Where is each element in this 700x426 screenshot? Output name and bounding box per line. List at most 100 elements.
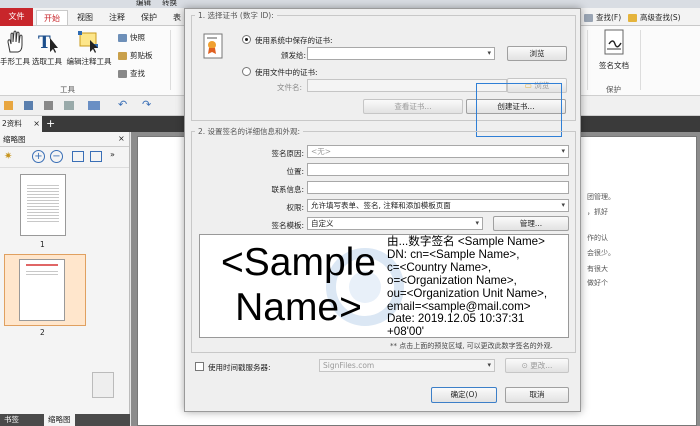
tab-annotate[interactable]: 注释 [102, 10, 132, 25]
find-icon [118, 70, 127, 78]
clipboard-button[interactable]: 剪贴板 [118, 50, 153, 62]
preview-detail-line: 由...数字签名 <Sample Name> [387, 235, 545, 248]
permissions-dropdown[interactable]: 允许填写表单、签名, 注释和添加模板页面 [307, 199, 569, 212]
more-icon[interactable]: » [110, 150, 115, 159]
edit-annotation-tool-button[interactable]: 编辑注释工具 [64, 30, 114, 67]
right-find-button[interactable]: 查找(F) [584, 12, 621, 24]
page-header-line [26, 264, 58, 266]
group-label-tools: 工具 [60, 85, 75, 94]
panel-title: 缩略图 [0, 132, 129, 147]
pages-stack-icon [92, 372, 114, 398]
select-tool-button[interactable]: T 选取工具 [32, 30, 62, 67]
use-file-cert-radio[interactable] [242, 67, 251, 76]
change-icon: ⊙ [521, 361, 528, 370]
ok-button[interactable]: 确定(O) [431, 387, 497, 403]
hand-icon [7, 30, 23, 53]
email-icon[interactable] [64, 101, 74, 110]
page-text: 有很大 [587, 265, 608, 273]
certificate-icon [203, 33, 223, 59]
redo-icon[interactable]: ↷ [142, 98, 151, 111]
panel-bottom-tabs: 书签 缩略图 [0, 414, 130, 426]
thumbnail-selected-frame[interactable] [4, 254, 86, 326]
gear-icon[interactable]: ✷ [4, 151, 12, 162]
timestamp-label: 使用时间戳服务器: [208, 363, 271, 372]
text-select-icon: T [38, 33, 58, 53]
preview-detail-line: c=<Country Name>, [387, 260, 492, 274]
tab-view[interactable]: 视图 [70, 10, 100, 25]
rotate-right-icon[interactable] [90, 151, 102, 162]
thumbnail-panel: 缩略图 × ✷ + − » 1 2 [0, 132, 130, 426]
hand-tool-label: 手形工具 [0, 57, 30, 66]
doc-tab-label: 2资料 [2, 119, 22, 128]
cancel-button[interactable]: 取消 [505, 387, 569, 403]
section-1-title: 1. 选择证书 (数字 ID): [195, 10, 277, 21]
browse-cert-button[interactable]: 浏览 [507, 46, 567, 61]
thumbnail-page-1[interactable] [20, 174, 66, 236]
issuer-label: 颁发给: [281, 51, 307, 60]
save-icon[interactable] [24, 101, 33, 110]
page-text: 会很少。 [587, 249, 615, 257]
reason-label: 签名原因: [271, 149, 304, 158]
preview-hint: ** 点击上面的预览区域, 可以更改此数字签名的外观. [390, 342, 553, 350]
title-fragment-edit: 编辑 [136, 0, 151, 7]
page-text: ，抓好 [587, 208, 608, 216]
clipboard-label: 剪贴板 [130, 51, 153, 60]
advanced-find-button[interactable]: 高级查找(S) [628, 12, 681, 24]
select-tool-label: 选取工具 [32, 57, 62, 66]
rotate-left-icon[interactable] [72, 151, 84, 162]
signature-preview[interactable]: <Sample Name> 由...数字签名 <Sample Name> DN:… [199, 234, 569, 338]
hand-tool-button[interactable]: 手形工具 [0, 30, 30, 67]
preview-detail-line: DN: cn=<Sample Name>, [387, 247, 520, 261]
find-button[interactable]: 查找 [118, 68, 145, 80]
close-icon[interactable]: × [118, 134, 125, 143]
template-dropdown[interactable]: 自定义 [307, 217, 483, 230]
sign-document-icon [604, 29, 624, 55]
section-2-title: 2. 设置签名的详细信息和外观: [195, 126, 304, 137]
reason-dropdown[interactable]: <无> [307, 145, 569, 158]
permissions-label: 权限: [286, 203, 304, 212]
sign-document-dialog: 1. 选择证书 (数字 ID): 使用系统中保存的证书: 颁发给: 浏览 使用文… [184, 8, 581, 412]
tab-file[interactable]: 文件 [0, 8, 33, 26]
new-tab-icon[interactable]: + [46, 117, 55, 130]
snapshot-button[interactable]: 快照 [118, 32, 145, 44]
page-text-lines [26, 269, 58, 277]
sign-document-button[interactable]: 签名文档 [594, 28, 634, 71]
print-icon[interactable] [44, 101, 53, 110]
timestamp-checkbox[interactable] [195, 362, 204, 371]
camera-icon [118, 34, 127, 42]
close-icon[interactable]: × [33, 116, 40, 132]
preview-name-line-2: Name> [235, 286, 362, 329]
location-label: 位置: [286, 167, 304, 176]
zoom-in-icon[interactable]: + [32, 150, 45, 163]
thumbnail-page-2[interactable] [19, 259, 65, 321]
manage-button[interactable]: 管理... [493, 216, 569, 231]
preview-detail-line: o=<Organization Name>, [387, 273, 517, 287]
view-cert-button[interactable]: 查看证书... [363, 99, 463, 114]
right-find-label: 查找(F) [596, 13, 622, 22]
open-folder-icon[interactable] [4, 101, 13, 110]
zoom-out-icon[interactable]: − [50, 150, 63, 163]
preview-name: <Sample Name> [206, 240, 391, 330]
page-text-lines [27, 183, 59, 223]
location-field[interactable] [307, 163, 569, 176]
search-icon [584, 14, 593, 22]
tab-bookmarks[interactable]: 书签 [0, 414, 23, 426]
filename-label: 文件名: [277, 83, 303, 92]
undo-icon[interactable]: ↶ [118, 98, 127, 111]
ribbon-separator [170, 30, 184, 90]
thumbnail-toolbar: ✷ + − » [0, 148, 129, 168]
scanner-icon[interactable] [88, 101, 100, 110]
group-label-protect: 保护 [606, 85, 621, 94]
tab-start[interactable]: 开始 [36, 10, 68, 25]
use-system-cert-radio[interactable] [242, 35, 251, 44]
change-label: 更改... [530, 361, 553, 370]
issuer-dropdown[interactable] [307, 47, 495, 60]
preview-detail-line: +08'00' [387, 325, 424, 338]
page-text: 作的认 [587, 234, 608, 242]
doc-tab[interactable]: 2资料 × [0, 116, 42, 132]
tab-thumbnails[interactable]: 缩略图 [44, 414, 75, 426]
change-button[interactable]: ⊙ 更改... [505, 358, 569, 373]
contact-field[interactable] [307, 181, 569, 194]
timestamp-server-dropdown[interactable]: SignFiles.com [319, 359, 495, 372]
tab-protect[interactable]: 保护 [134, 10, 164, 25]
